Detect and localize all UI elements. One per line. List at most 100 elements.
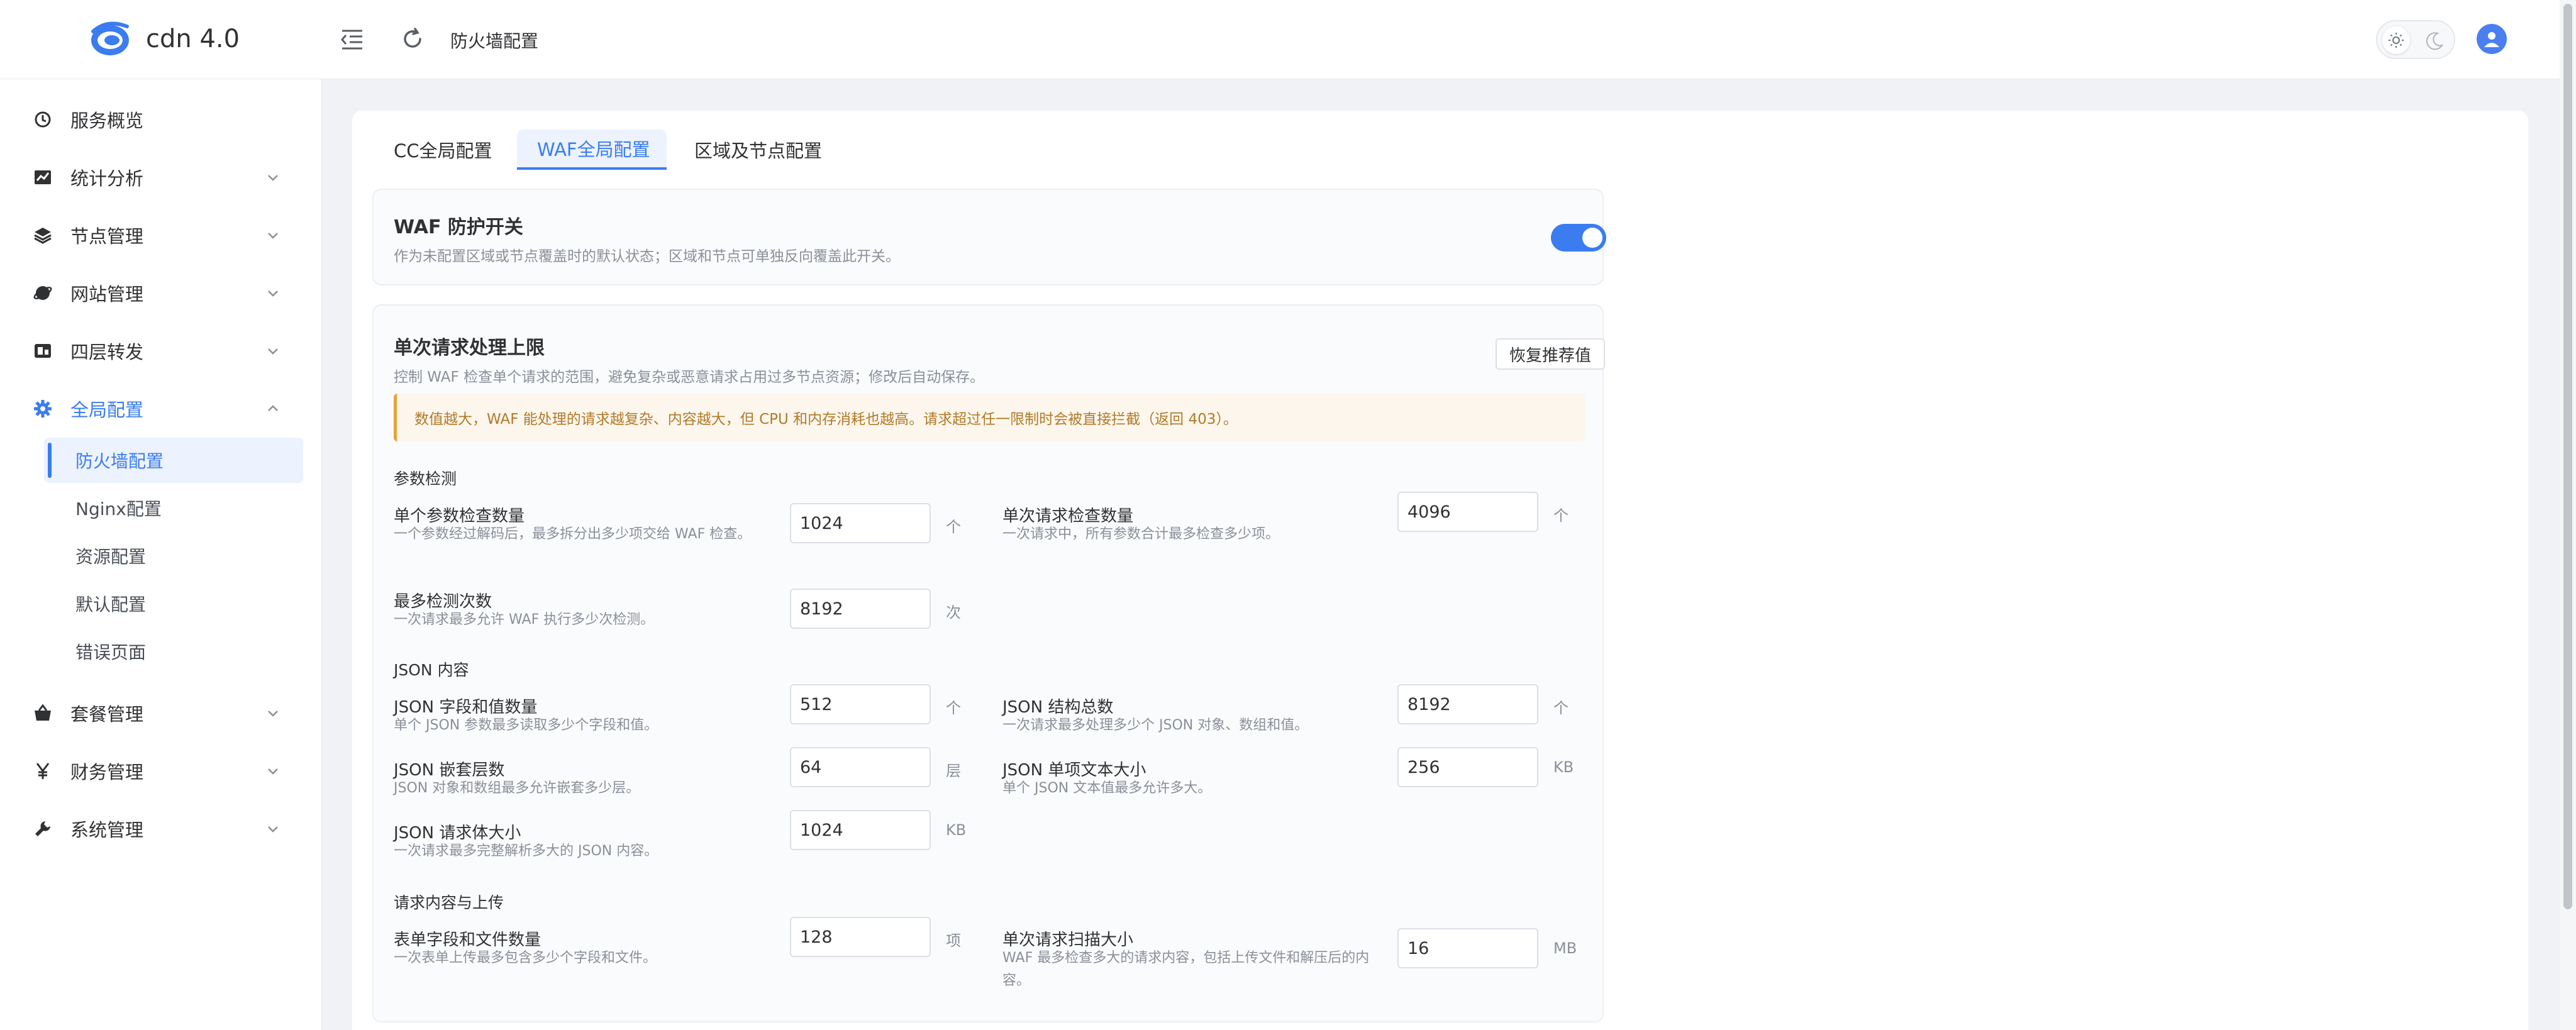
moon-icon xyxy=(2426,32,2444,50)
user-avatar[interactable] xyxy=(2477,24,2507,54)
field-desc: 一次请求中，所有参数合计最多检查多少项。 xyxy=(1002,526,1280,542)
sidebar-item-label: 套餐管理 xyxy=(70,704,144,725)
sidebar-subitem-label: 资源配置 xyxy=(75,546,147,567)
user-icon xyxy=(2484,32,2499,47)
chevron-down-icon xyxy=(268,233,278,239)
sidebar-subitem-label: 错误页面 xyxy=(75,642,147,663)
sidebar-subitem-resources[interactable]: 资源配置 xyxy=(44,533,303,579)
basket-icon xyxy=(35,704,51,721)
chevron-down-icon xyxy=(268,711,278,717)
theme-toggle[interactable] xyxy=(2376,20,2455,59)
chevron-down-icon xyxy=(268,291,278,297)
sidebar-item-system[interactable]: 系统管理 xyxy=(0,804,322,854)
form-fields-input[interactable] xyxy=(790,917,931,957)
section-title-json: JSON 内容 xyxy=(394,661,469,679)
sidebar-item-sites[interactable]: 网站管理 xyxy=(0,268,322,318)
sun-icon xyxy=(2389,33,2404,48)
scan-size-input[interactable] xyxy=(1397,928,1538,968)
field-desc: 单个 JSON 参数最多读取多少个字段和值。 xyxy=(394,717,658,733)
field-unit: 个 xyxy=(946,699,961,717)
sidebar-item-statistics[interactable]: 统计分析 xyxy=(0,152,322,202)
sidebar-item-label: 节点管理 xyxy=(70,226,144,247)
sidebar-subitem-label: 防火墙配置 xyxy=(75,451,164,472)
theme-toggle-knob xyxy=(2382,26,2410,54)
field-desc: WAF 最多检查多大的请求内容，包括上传文件和解压后的内容。 xyxy=(1002,950,1370,988)
chevron-down-icon xyxy=(268,175,278,181)
restore-defaults-button[interactable]: 恢复推荐值 xyxy=(1496,338,1605,370)
field-unit: 个 xyxy=(946,518,961,536)
chevron-down-icon xyxy=(268,768,278,775)
sidebar-subitem-label: Nginx配置 xyxy=(75,499,162,519)
warning-alert: 数值越大，WAF 能处理的请求越复杂、内容越大，但 CPU 和内存消耗也越高。请… xyxy=(394,394,1585,441)
sidebar-subitem-label: 默认配置 xyxy=(75,594,147,615)
tab-label: CC全局配置 xyxy=(394,140,492,162)
waf-switch-desc: 作为未配置区域或节点覆盖时的默认状态；区域和节点可单独反向覆盖此开关。 xyxy=(394,248,900,265)
json-body-size-input[interactable] xyxy=(790,810,931,850)
field-unit: 层 xyxy=(946,762,961,780)
limits-desc: 控制 WAF 检查单个请求的范围，避免复杂或恶意请求占用过多节点资源；修改后自动… xyxy=(394,369,985,385)
sidebar-subitem-defaults[interactable]: 默认配置 xyxy=(44,581,303,626)
field-desc: JSON 对象和数组最多允许嵌套多少层。 xyxy=(394,780,640,796)
wrench-icon xyxy=(35,821,50,836)
sidebar-item-label: 系统管理 xyxy=(70,819,144,841)
sidebar-item-nodes[interactable]: 节点管理 xyxy=(0,210,322,260)
layers-icon xyxy=(34,228,52,244)
tab-cc-global[interactable]: CC全局配置 xyxy=(377,130,497,170)
scrollbar-thumb[interactable] xyxy=(2563,4,2572,909)
limits-title: 单次请求处理上限 xyxy=(394,337,545,359)
menu-collapse-icon[interactable] xyxy=(340,28,365,52)
cloud-logo-icon xyxy=(91,21,129,55)
tab-label: WAF全局配置 xyxy=(537,139,650,160)
field-unit: 次 xyxy=(946,604,961,621)
gear-icon xyxy=(34,400,52,418)
json-text-size-input[interactable] xyxy=(1397,747,1538,787)
section-title-upload: 请求内容与上传 xyxy=(394,894,504,912)
param-items-input[interactable] xyxy=(790,503,931,543)
chart-icon xyxy=(35,170,51,184)
field-desc: 一次请求最多处理多少个 JSON 对象、数组和值。 xyxy=(1002,717,1309,733)
page-title: 防火墙配置 xyxy=(450,31,539,52)
dashboard-icon xyxy=(35,111,51,128)
sidebar-subitem-error-pages[interactable]: 错误页面 xyxy=(44,629,303,674)
sidebar-item-finance[interactable]: 财务管理 xyxy=(0,746,322,796)
forward-icon xyxy=(35,344,51,358)
json-depth-input[interactable] xyxy=(790,747,931,787)
waf-switch-panel: WAF 防护开关 作为未配置区域或节点覆盖时的默认状态；区域和节点可单独反向覆盖… xyxy=(372,189,1606,285)
sidebar-item-overview[interactable]: 服务概览 xyxy=(0,94,322,145)
globe-icon xyxy=(33,286,52,300)
field-unit: KB xyxy=(946,821,967,839)
chevron-down-icon xyxy=(268,826,278,833)
tab-region-node[interactable]: 区域及节点配置 xyxy=(678,130,829,170)
field-desc: 一个参数经过解码后，最多拆分出多少项交给 WAF 检查。 xyxy=(394,526,752,542)
request-limits-panel: 单次请求处理上限 控制 WAF 检查单个请求的范围，避免复杂或恶意请求占用过多节… xyxy=(372,304,1605,1022)
json-structures-input[interactable] xyxy=(1397,684,1538,724)
waf-switch-title: WAF 防护开关 xyxy=(394,216,523,238)
sidebar-item-layer4[interactable]: 四层转发 xyxy=(0,326,322,376)
field-unit: MB xyxy=(1553,939,1577,957)
brand-logo[interactable]: cdn 4.0 xyxy=(88,19,240,59)
sidebar-item-global-config[interactable]: 全局配置 xyxy=(0,384,322,434)
json-fields-input[interactable] xyxy=(790,684,931,724)
sidebar-item-label: 服务概览 xyxy=(70,110,144,131)
sidebar-item-label: 全局配置 xyxy=(70,399,144,421)
chevron-up-icon xyxy=(268,405,278,411)
tab-label: 区域及节点配置 xyxy=(694,140,823,162)
page-scrollbar[interactable] xyxy=(2560,0,2576,1030)
sidebar-item-label: 四层转发 xyxy=(70,341,144,363)
max-checks-input[interactable] xyxy=(790,589,931,629)
refresh-icon[interactable] xyxy=(400,26,425,52)
waf-enable-toggle[interactable] xyxy=(1551,224,1606,252)
tab-waf-global[interactable]: WAF全局配置 xyxy=(517,130,667,170)
sidebar-item-plans[interactable]: 套餐管理 xyxy=(0,688,322,738)
request-items-input[interactable] xyxy=(1397,492,1538,532)
main-content-card: CC全局配置 WAF全局配置 区域及节点配置 WAF 防护开关 作为未配置区域或… xyxy=(352,111,2528,1030)
field-desc: 一次请求最多完整解析多大的 JSON 内容。 xyxy=(394,843,658,859)
field-unit: 项 xyxy=(946,932,961,950)
sidebar-item-label: 统计分析 xyxy=(70,168,144,189)
field-unit: 个 xyxy=(1553,507,1568,524)
sidebar-subitem-firewall[interactable]: 防火墙配置 xyxy=(44,438,303,483)
top-header: cdn 4.0 防火墙配置 xyxy=(0,0,2560,79)
field-desc: 一次请求最多允许 WAF 执行多少次检测。 xyxy=(394,612,655,628)
sidebar-subitem-nginx[interactable]: Nginx配置 xyxy=(44,485,303,531)
field-desc: 单个 JSON 文本值最多允许多大。 xyxy=(1002,780,1212,796)
